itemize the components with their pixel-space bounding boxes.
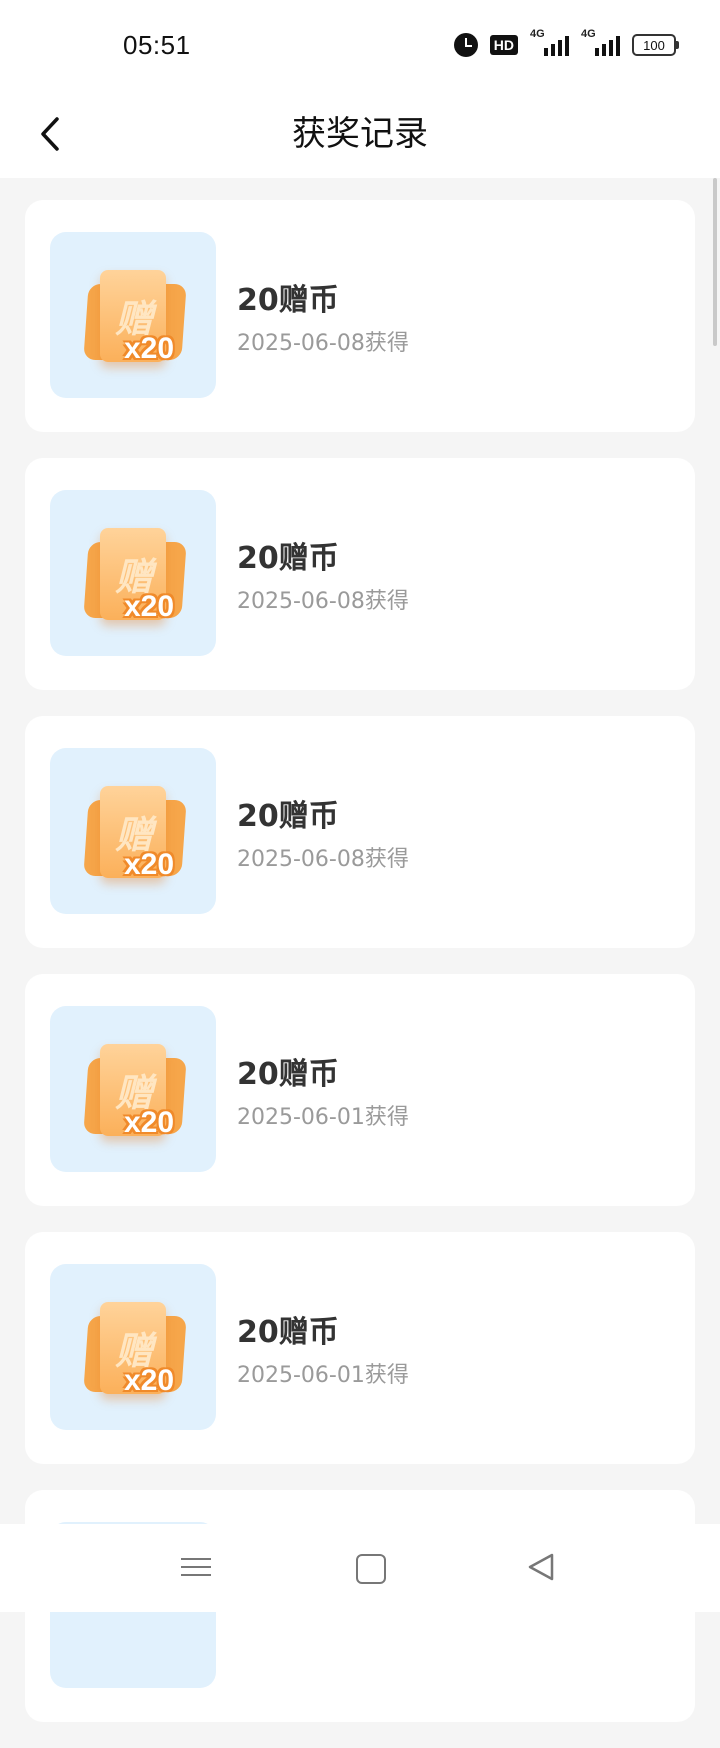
prize-name: 20赠币 bbox=[237, 283, 339, 318]
status-icons: HD 4G 4G 100 bbox=[453, 28, 679, 60]
signal-icon: 4G bbox=[530, 28, 569, 56]
record-card[interactable]: 赠 x20 20赠币 2025-06-01获得 bbox=[25, 974, 695, 1206]
prize-date: 2025-06-08获得 bbox=[237, 331, 409, 356]
record-card[interactable]: 赠 x20 20赠币 2025-06-01获得 bbox=[25, 1232, 695, 1464]
prize-date: 2025-06-01获得 bbox=[237, 1105, 409, 1130]
scrollbar[interactable] bbox=[713, 178, 717, 346]
prize-name: 20赠币 bbox=[237, 1057, 339, 1092]
coin-coupon-icon: 赠 x20 bbox=[50, 748, 216, 914]
prize-name: 20赠币 bbox=[237, 1315, 339, 1350]
battery-icon: 100 bbox=[632, 34, 679, 56]
system-nav-bar bbox=[0, 1524, 720, 1612]
record-card[interactable]: 赠 x20 20赠币 2025-06-08获得 bbox=[25, 458, 695, 690]
coin-coupon-icon: 赠 x20 bbox=[50, 232, 216, 398]
hd-icon: HD bbox=[489, 35, 518, 55]
status-time: 05:51 bbox=[123, 30, 191, 60]
alarm-icon bbox=[453, 33, 478, 57]
prize-name: 20赠币 bbox=[237, 799, 339, 834]
signal-icon-2: 4G bbox=[581, 28, 620, 56]
prize-date: 2025-06-08获得 bbox=[237, 589, 409, 614]
page-title: 获奖记录 bbox=[292, 114, 428, 154]
prize-date: 2025-06-08获得 bbox=[237, 847, 409, 872]
home-icon[interactable] bbox=[356, 1554, 386, 1584]
menu-icon[interactable] bbox=[178, 1552, 214, 1584]
record-card[interactable]: 赠 x20 20赠币 2025-06-08获得 bbox=[25, 716, 695, 948]
coin-coupon-icon: 赠 x20 bbox=[50, 1006, 216, 1172]
back-icon[interactable] bbox=[526, 1552, 562, 1584]
coin-coupon-icon: 赠 x20 bbox=[50, 490, 216, 656]
header: 获奖记录 bbox=[0, 90, 720, 178]
records-list: 赠 x20 20赠币 2025-06-08获得 赠 x20 20赠币 2025-… bbox=[25, 200, 695, 1748]
coin-coupon-icon: 赠 x20 bbox=[50, 1264, 216, 1430]
record-card[interactable]: 赠 x20 20赠币 2025-06-08获得 bbox=[25, 200, 695, 432]
prize-date: 2025-06-01获得 bbox=[237, 1363, 409, 1388]
prize-name: 20赠币 bbox=[237, 541, 339, 576]
status-bar: 05:51 HD 4G 4G 100 bbox=[0, 0, 720, 90]
